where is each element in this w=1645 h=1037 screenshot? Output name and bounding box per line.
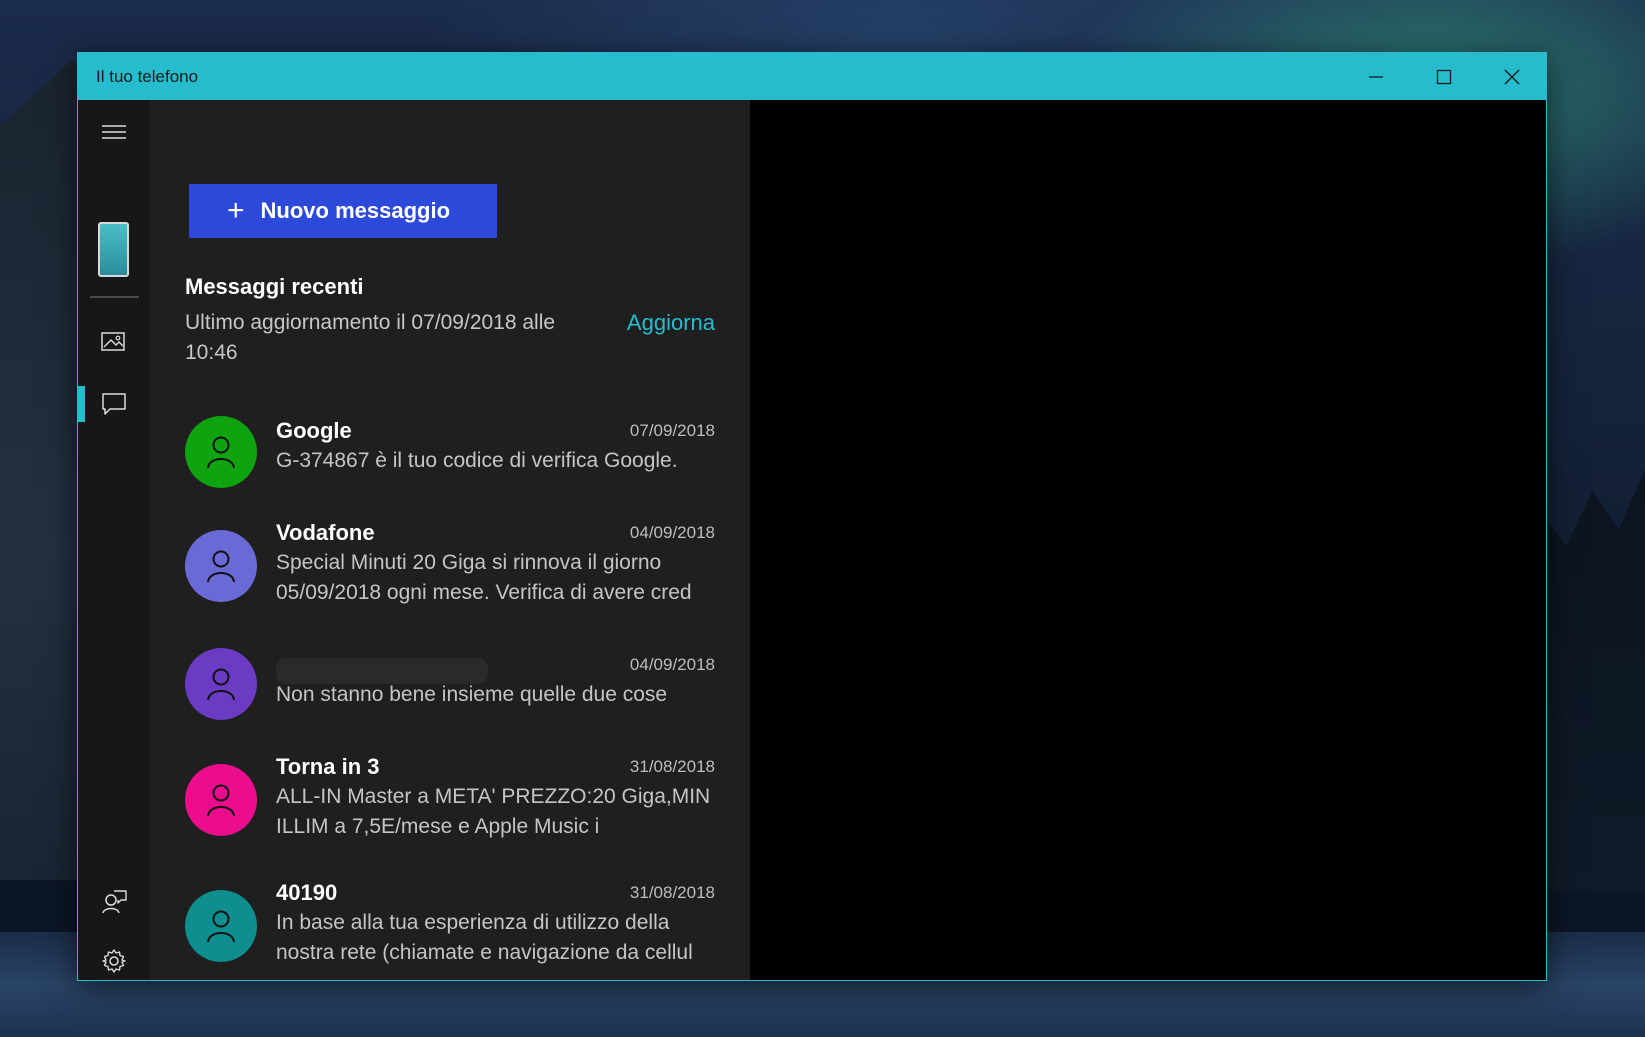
nav-rail — [78, 100, 150, 980]
message-preview: Special Minuti 20 Giga si rinnova il gio… — [276, 551, 692, 604]
feedback-icon — [102, 890, 127, 914]
new-message-label: Nuovo messaggio — [260, 198, 451, 223]
refresh-link[interactable]: Aggiorna — [627, 308, 715, 338]
rail-divider — [90, 296, 139, 298]
contact-name: 40190 — [276, 880, 338, 905]
app-window: Il tuo telefono + Nuovo messaggio Messag… — [77, 52, 1547, 981]
window-title: Il tuo telefono — [96, 67, 199, 86]
nav-messages[interactable] — [78, 382, 150, 426]
maximize-icon — [1436, 69, 1452, 84]
person-icon — [207, 784, 235, 817]
contact-name: Google — [276, 418, 352, 443]
last-updated-text: Ultimo aggiornamento il 07/09/2018 alle … — [185, 311, 556, 364]
avatar — [185, 890, 257, 962]
conversation-item[interactable]: Vodafone 04/09/2018 Special Minuti 20 Gi… — [150, 518, 750, 628]
messages-icon — [102, 393, 126, 415]
messages-panel: + Nuovo messaggio Messaggi recenti Ultim… — [150, 100, 750, 980]
person-icon — [207, 550, 235, 583]
nav-settings[interactable] — [78, 939, 150, 983]
hamburger-menu-button[interactable] — [78, 110, 150, 154]
message-date: 04/09/2018 — [629, 523, 715, 542]
recent-messages-heading: Messaggi recenti — [185, 274, 364, 299]
avatar — [185, 416, 257, 488]
person-icon — [207, 910, 235, 943]
message-preview: Non stanno bene insieme quelle due cose — [276, 683, 668, 706]
plus-icon: + — [227, 194, 245, 227]
nav-photos[interactable] — [78, 319, 150, 363]
minimize-button[interactable] — [1342, 53, 1410, 100]
person-icon — [207, 436, 235, 469]
settings-gear-icon — [102, 949, 126, 973]
conversation-item[interactable]: Torna in 3 31/08/2018 ALL-IN Master a ME… — [150, 752, 750, 862]
message-date: 31/08/2018 — [629, 883, 715, 902]
conversation-item[interactable]: 40190 31/08/2018 In base alla tua esperi… — [150, 878, 750, 980]
message-date: 07/09/2018 — [629, 421, 715, 440]
contact-name: Torna in 3 — [276, 754, 380, 779]
hamburger-menu-icon — [102, 125, 126, 139]
message-preview: In base alla tua esperienza di utilizzo … — [276, 911, 693, 964]
minimize-icon — [1369, 75, 1383, 78]
avatar — [185, 648, 257, 720]
message-date: 04/09/2018 — [629, 655, 715, 674]
close-icon — [1504, 69, 1520, 84]
message-date: 31/08/2018 — [629, 757, 715, 776]
close-button[interactable] — [1478, 53, 1546, 100]
contact-name: Vodafone — [276, 520, 375, 545]
nav-feedback[interactable] — [78, 880, 150, 924]
conversation-item[interactable]: Google 07/09/2018 G-374867 è il tuo codi… — [150, 416, 750, 526]
title-bar[interactable]: Il tuo telefono — [78, 53, 1546, 100]
phone-icon[interactable] — [98, 222, 129, 277]
conversation-view — [750, 100, 1546, 980]
message-preview: ALL-IN Master a META' PREZZO:20 Giga,MIN… — [276, 785, 711, 838]
avatar — [185, 764, 257, 836]
conversation-item[interactable]: 04/09/2018 Non stanno bene insieme quell… — [150, 648, 750, 760]
person-icon — [207, 668, 235, 701]
new-message-button[interactable]: + Nuovo messaggio — [189, 184, 497, 238]
maximize-button[interactable] — [1410, 53, 1478, 100]
photos-icon — [101, 332, 125, 351]
avatar — [185, 530, 257, 602]
message-preview: G-374867 è il tuo codice di verifica Goo… — [276, 449, 678, 472]
